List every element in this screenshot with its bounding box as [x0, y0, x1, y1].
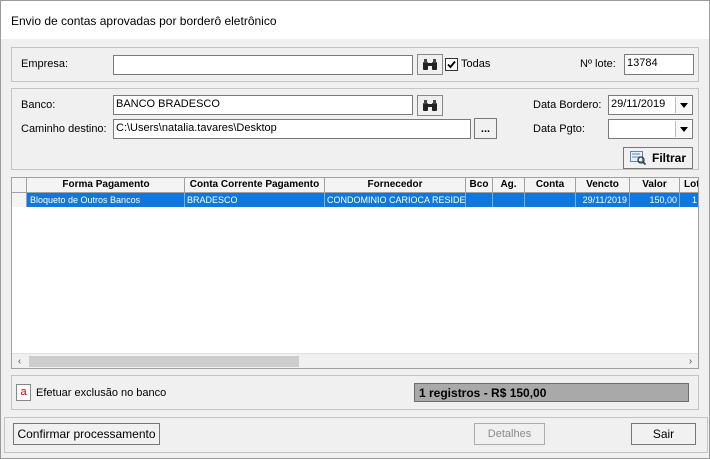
- caminho-input[interactable]: C:\Users\natalia.tavares\Desktop: [113, 119, 471, 139]
- banco-search-button[interactable]: [417, 95, 443, 116]
- filter-icon: [630, 151, 646, 165]
- empresa-panel: Empresa: Todas Nº lote: 13784: [11, 47, 699, 82]
- confirmar-processamento-button[interactable]: Confirmar processamento: [13, 423, 160, 445]
- table-row[interactable]: Bloqueto de Outros Bancos BRADESCO CONDO…: [12, 193, 698, 207]
- col-header[interactable]: Bco: [466, 178, 493, 193]
- check-icon: [447, 60, 456, 69]
- browse-button[interactable]: ...: [474, 118, 497, 139]
- title-bar: Envio de contas aprovadas por borderô el…: [1, 1, 709, 39]
- dialog-window: Envio de contas aprovadas por borderô el…: [0, 0, 710, 459]
- todas-label: Todas: [461, 58, 491, 70]
- window-title: Envio de contas aprovadas por borderô el…: [11, 14, 277, 28]
- scrollbar-thumb[interactable]: [29, 356, 299, 367]
- chevron-down-icon[interactable]: [675, 121, 691, 137]
- data-bordero-value: 29/11/2019: [611, 98, 666, 110]
- footer-panel: Confirmar processamento Detalhes Sair: [4, 417, 708, 453]
- cell-fornecedor: CONDOMINIO CARIOCA RESIDENC: [327, 193, 466, 207]
- col-header[interactable]: Valor: [630, 178, 680, 193]
- cell-lote: 1: [680, 193, 698, 207]
- cell-conta-corrente: BRADESCO: [185, 193, 325, 207]
- grid-header: Forma Pagamento Conta Corrente Pagamento…: [12, 178, 698, 193]
- cell-ag: [493, 193, 525, 207]
- col-header[interactable]: Conta Corrente Pagamento: [185, 178, 325, 193]
- filtrar-label: Filtrar: [651, 151, 686, 165]
- lote-input[interactable]: 13784: [624, 54, 694, 75]
- data-pgto-label: Data Pgto:: [533, 123, 585, 135]
- cell-vencto: 29/11/2019: [576, 193, 630, 207]
- col-header[interactable]: Ag.: [493, 178, 525, 193]
- exclusao-checkbox[interactable]: a: [16, 384, 31, 401]
- col-header[interactable]: Lot: [680, 178, 698, 193]
- caminho-label: Caminho destino:: [21, 123, 107, 135]
- col-header[interactable]: Vencto: [576, 178, 630, 193]
- lote-label: Nº lote:: [580, 58, 616, 70]
- banco-panel: Banco: BANCO BRADESCO Caminho destino: C…: [11, 88, 699, 170]
- cell-conta: [525, 193, 576, 207]
- scroll-right-icon[interactable]: ›: [683, 354, 698, 368]
- cell-bco: [466, 193, 493, 207]
- chevron-down-icon[interactable]: [675, 97, 691, 113]
- col-header[interactable]: Forma Pagamento: [28, 178, 185, 193]
- banco-input[interactable]: BANCO BRADESCO: [113, 95, 413, 115]
- todas-checkbox[interactable]: [445, 58, 458, 71]
- row-indicator-header: [12, 178, 27, 192]
- empresa-label: Empresa:: [21, 58, 69, 70]
- empresa-search-button[interactable]: [417, 54, 443, 75]
- sair-button[interactable]: Sair: [631, 423, 696, 445]
- empresa-input[interactable]: [113, 55, 413, 75]
- data-pgto-dropdown[interactable]: [608, 119, 693, 139]
- row-indicator: [12, 193, 27, 207]
- binoculars-icon: [423, 99, 437, 111]
- col-header[interactable]: Fornecedor: [325, 178, 466, 193]
- contas-grid[interactable]: Forma Pagamento Conta Corrente Pagamento…: [11, 177, 699, 369]
- data-bordero-label: Data Bordero:: [533, 99, 602, 111]
- binoculars-icon: [423, 58, 437, 70]
- summary-status: 1 registros - R$ 150,00: [414, 383, 689, 402]
- detalhes-button[interactable]: Detalhes: [474, 423, 545, 445]
- horizontal-scrollbar[interactable]: ‹ ›: [12, 353, 698, 368]
- cell-forma-pagamento: Bloqueto de Outros Bancos: [28, 193, 185, 207]
- cell-valor: 150,00: [630, 193, 680, 207]
- filtrar-button[interactable]: Filtrar: [623, 147, 693, 169]
- col-header[interactable]: Conta: [525, 178, 576, 193]
- scroll-left-icon[interactable]: ‹: [12, 354, 27, 368]
- banco-label: Banco:: [21, 99, 56, 111]
- exclusao-label: Efetuar exclusão no banco: [36, 387, 167, 399]
- data-bordero-dropdown[interactable]: 29/11/2019: [608, 95, 693, 115]
